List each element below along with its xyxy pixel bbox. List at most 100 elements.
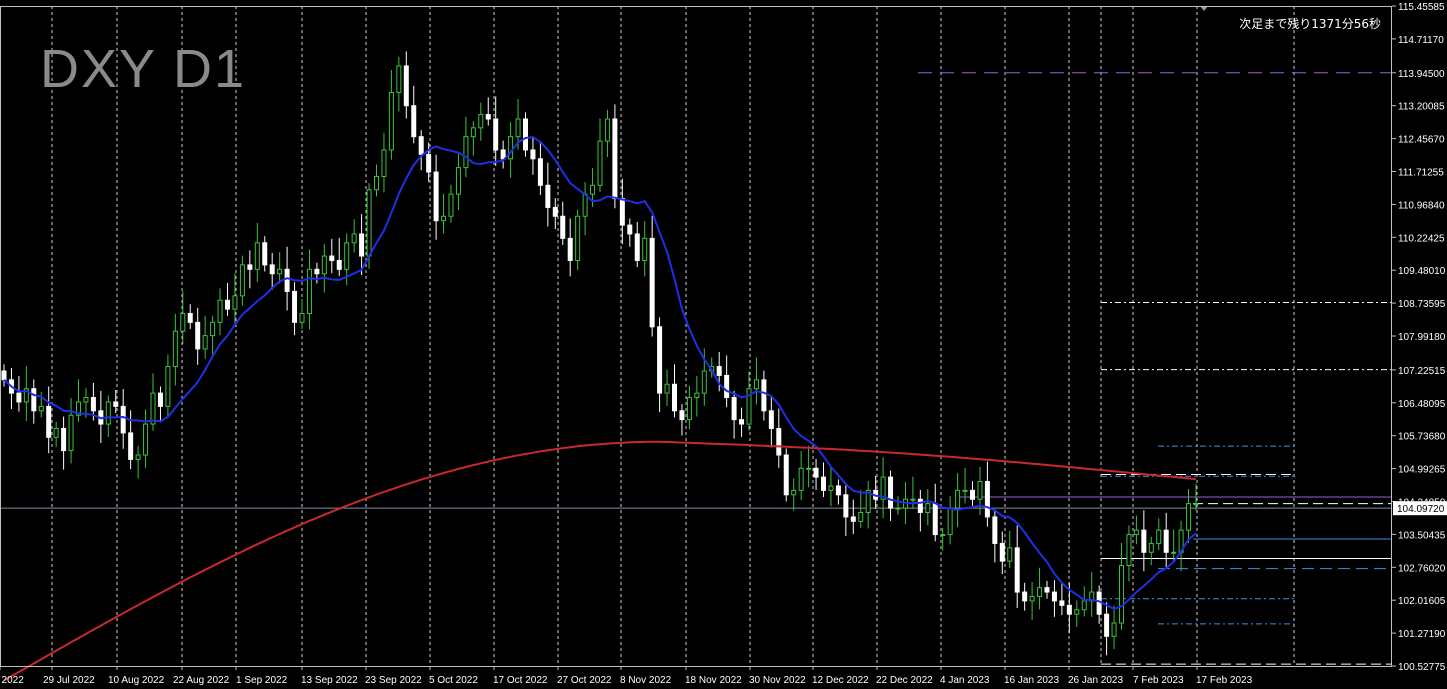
time-tick-label: 8 Nov 2022: [620, 675, 672, 686]
candle-body: [1059, 600, 1065, 606]
candle-body: [1148, 542, 1154, 553]
candle-body: [16, 392, 22, 403]
candle-body: [46, 405, 52, 438]
candle-body: [321, 255, 327, 275]
candle-body: [552, 206, 558, 217]
candle-body: [992, 516, 998, 544]
price-axis: 115.45585 114.71170 113.94500 113.20085 112.…: [1200, 2, 1447, 673]
price-tick-label: 103.50435: [1398, 530, 1446, 541]
candle-body: [1193, 503, 1199, 506]
price-tick-label: 114.71170: [1398, 35, 1444, 46]
price-tick-label: 112.45670: [1398, 135, 1445, 146]
candle-body: [403, 65, 409, 107]
price-tick-label: 110.22425: [1398, 233, 1445, 244]
candle-body: [277, 268, 283, 275]
candle-body: [1007, 547, 1013, 562]
candle-body: [493, 118, 499, 151]
price-tick-label: 105.73680: [1398, 432, 1446, 443]
candle-body: [619, 198, 625, 226]
candle-body: [225, 299, 230, 310]
candle-body: [537, 158, 543, 186]
candle-body: [411, 105, 417, 138]
candle-body: [1171, 551, 1177, 554]
price-chart[interactable]: 115.45585 114.71170 113.94500 113.20085 112.…: [0, 0, 1447, 689]
candle-body: [374, 175, 379, 191]
candle-body: [776, 427, 782, 456]
candle-body: [195, 321, 201, 350]
time-axis: Jul 2022 29 Jul 2022 10 Aug 2022 22 Aug 202…: [0, 666, 1253, 686]
candle-body: [1141, 529, 1147, 553]
candle-body: [1133, 529, 1139, 536]
candle-body: [679, 410, 685, 421]
candle-body: [1044, 587, 1050, 593]
candle-body: [806, 467, 812, 470]
time-tick-label: 1 Sep 2022: [236, 675, 288, 686]
candle-body: [150, 392, 156, 425]
time-tick-label: Jul 2022: [0, 675, 24, 686]
candle-body: [426, 153, 432, 173]
candle-body: [612, 118, 618, 200]
candle-body: [217, 299, 223, 323]
candlesticks: [1, 51, 1199, 656]
candle-body: [299, 313, 305, 323]
candle-body: [962, 489, 968, 492]
price-levels: [0, 72, 1392, 665]
candle-body: [575, 215, 581, 261]
candle-body: [314, 268, 320, 275]
candle-body: [1156, 529, 1162, 544]
time-tick-label: 29 Jul 2022: [43, 675, 95, 686]
candle-body: [366, 189, 372, 257]
candle-body: [955, 489, 961, 509]
candle-body: [210, 321, 216, 337]
candle-body: [731, 397, 737, 421]
candle-body: [634, 233, 640, 261]
candle-body: [359, 233, 365, 257]
candle-body: [433, 171, 439, 222]
vertical-gridlines: [51, 6, 1295, 666]
candle-body: [515, 118, 521, 138]
time-tick-label: 17 Oct 2022: [493, 675, 548, 686]
candle-body: [813, 467, 819, 478]
candle-body: [470, 127, 476, 138]
candle-body: [828, 485, 834, 491]
candle-body: [724, 374, 730, 399]
candle-body: [508, 136, 514, 160]
price-tick-label: 113.94500: [1398, 69, 1445, 80]
candle-body: [68, 414, 74, 452]
candle-body: [172, 330, 178, 368]
candle-body: [672, 383, 677, 412]
candle-body: [858, 511, 864, 522]
candle-body: [336, 259, 342, 270]
candle-body: [1037, 587, 1043, 597]
candle-body: [843, 494, 849, 518]
candle-body: [977, 481, 983, 500]
candle-body: [888, 476, 894, 509]
candle-body: [917, 498, 923, 513]
candle-body: [761, 379, 767, 412]
time-tick-label: 13 Sep 2022: [301, 675, 358, 686]
candle-body: [649, 237, 655, 328]
time-tick-label: 27 Oct 2022: [557, 675, 612, 686]
candle-body: [478, 114, 484, 129]
candle-body: [753, 379, 759, 390]
candle-body: [1051, 591, 1057, 602]
price-tick-label: 113.20085: [1398, 102, 1445, 113]
price-tick-label: 102.76020: [1398, 563, 1446, 574]
candle-body: [545, 184, 551, 208]
candle-body: [768, 410, 774, 429]
candle-body: [105, 401, 111, 425]
candle-body: [664, 383, 670, 394]
candle-body: [910, 498, 916, 501]
time-tick-label: 18 Nov 2022: [685, 675, 742, 686]
candle-body: [1074, 609, 1080, 615]
candle-body: [500, 149, 506, 160]
price-tick-label: 101.27190: [1398, 629, 1446, 640]
price-tick-label: 111.71255: [1398, 167, 1444, 178]
candle-body: [1163, 529, 1169, 553]
candle-body: [821, 476, 826, 491]
time-tick-label: 10 Aug 2022: [108, 675, 165, 686]
price-tick-label: 107.99180: [1398, 332, 1446, 343]
candle-body: [418, 136, 424, 155]
candle-body: [560, 215, 566, 239]
candle-body: [463, 136, 469, 169]
